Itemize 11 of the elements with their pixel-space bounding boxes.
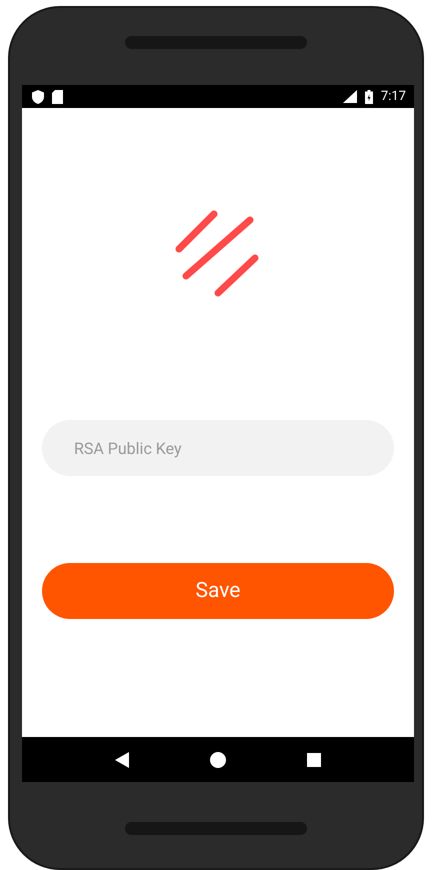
status-time: 7:17 xyxy=(380,89,406,104)
home-icon[interactable] xyxy=(210,752,226,768)
logo-icon xyxy=(175,208,261,298)
back-icon[interactable] xyxy=(114,752,129,768)
recents-icon[interactable] xyxy=(307,752,322,766)
shield-icon xyxy=(32,90,44,104)
sd-card-icon xyxy=(52,90,63,104)
save-button[interactable]: Save xyxy=(42,563,394,619)
battery-icon xyxy=(364,90,373,104)
signal-icon xyxy=(342,90,357,103)
rsa-key-field[interactable]: RSA Public Key xyxy=(42,420,394,476)
